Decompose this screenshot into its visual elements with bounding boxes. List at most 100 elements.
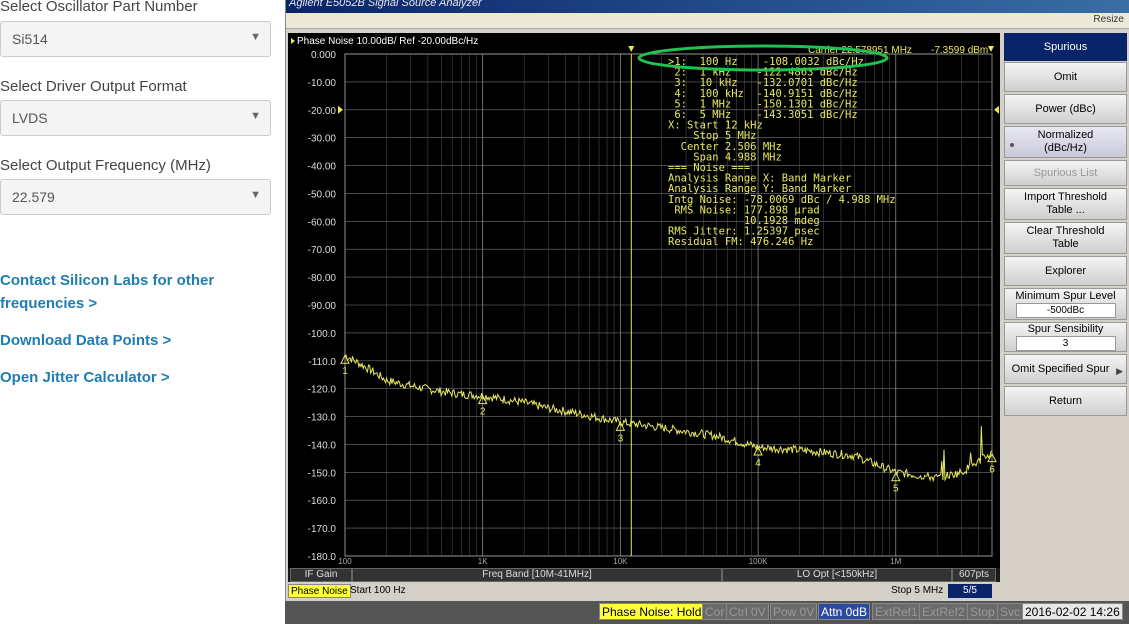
clear-threshold-softkey[interactable]: Clear Threshold Table: [1004, 222, 1127, 254]
y-tick-label: -20.00: [308, 106, 337, 117]
softkey-label: Import Threshold Table ...: [1024, 191, 1107, 216]
selected-dot-icon: [1010, 143, 1014, 147]
y-tick-label: -60.00: [308, 217, 337, 228]
output-frequency-select[interactable]: 22.579 ▼: [0, 179, 271, 215]
softkey-label: Spurious List: [1033, 166, 1098, 179]
band-marker-icon: [988, 46, 994, 52]
phase-noise-trace: [345, 354, 993, 483]
y-tick-label: -170.0: [308, 524, 337, 535]
y-tick-label: -120.0: [308, 385, 337, 396]
x-tick-label: 10K: [613, 557, 628, 566]
output-frequency-label: Select Output Frequency (MHz): [0, 157, 211, 174]
marker-label: 4: [755, 458, 761, 469]
y-tick-label: -70.00: [308, 245, 337, 256]
y-tick-label: -30.00: [308, 134, 337, 145]
y-tick-label: -110.0: [308, 357, 336, 368]
y-tick-label: -150.0: [308, 468, 337, 479]
chevron-down-icon: ▼: [250, 31, 261, 43]
marker-label: 2: [480, 407, 486, 418]
stop-indicator: Stop: [967, 603, 998, 620]
resize-button[interactable]: Resize: [1093, 14, 1124, 25]
marker-table-line: Residual FM: 476.246 Hz: [668, 236, 813, 248]
spurious-list-softkey[interactable]: Spurious List: [1004, 160, 1127, 186]
phase-noise-chart: 0.000 -10.00 -20.00 -30.00 -40.00 -50.00 -60.0…: [291, 36, 999, 566]
stop-frequency: Stop 5 MHz: [891, 585, 944, 596]
softkey-label: Omit Specified Spur: [1011, 362, 1110, 375]
ctrl-indicator: Ctrl 0V: [726, 603, 769, 620]
power-dbc-softkey[interactable]: Power (dBc): [1004, 94, 1127, 124]
page-indicator: 5/5: [948, 584, 992, 598]
measurement-mode: Phase Noise: [288, 584, 351, 598]
y-tick-label: -140.0: [308, 440, 337, 451]
contact-link[interactable]: Contact Silicon Labs for other frequenci…: [0, 269, 260, 315]
marker-label: 3: [618, 433, 624, 444]
attn-indicator: Attn 0dB: [818, 603, 871, 620]
window-titlebar: Agilent E5052B Signal Source Analyzer: [286, 0, 1129, 13]
status-row-2: Phase Noise Start 100 Hz Stop 5 MHz 5/5: [288, 584, 1000, 598]
minimum-spur-level-softkey[interactable]: Minimum Spur Level -500dBc: [1004, 288, 1127, 320]
softkey-label: Return: [1048, 394, 1083, 407]
carrier-level: -7.3599 dBm: [931, 45, 988, 56]
y-tick-label: -100.0: [308, 329, 337, 340]
y-tick-label: -160.0: [308, 496, 337, 507]
band-marker-icon: [628, 46, 635, 52]
x-tick-label: 100K: [749, 557, 768, 566]
omit-specified-spur-softkey[interactable]: Omit Specified Spur ▶: [1004, 354, 1127, 384]
svc-indicator: Svc: [997, 603, 1024, 620]
status-row-1: IF Gain 50dB Freq Band [10M-41MHz] LO Op…: [288, 568, 1000, 592]
points-status: 607pts: [952, 568, 996, 582]
instrument-status-bar: Phase Noise: Hold Cor Ctrl 0V Pow 0V Att…: [285, 601, 1129, 624]
jitter-calculator-link[interactable]: Open Jitter Calculator >: [0, 366, 260, 389]
phase-noise-hold: Phase Noise: Hold: [599, 603, 705, 620]
plot-header: Phase Noise 10.00dB/ Ref -20.00dBc/Hz: [297, 36, 478, 47]
phase-noise-plot: 0.000 -10.00 -20.00 -30.00 -40.00 -50.00 -60.0…: [288, 33, 1000, 568]
y-tick-label: -10.00: [308, 78, 337, 89]
y-tick-label: -180.0: [308, 552, 337, 563]
y-tick-label: -40.00: [308, 162, 337, 173]
spur-sensibility-softkey[interactable]: Spur Sensibility 3: [1004, 322, 1127, 352]
import-threshold-softkey[interactable]: Import Threshold Table ...: [1004, 188, 1127, 220]
chevron-down-icon: ▼: [250, 189, 261, 201]
softkey-label: Normalized (dBc/Hz): [1037, 129, 1094, 154]
part-number-select[interactable]: Si514 ▼: [0, 21, 271, 57]
ref-level-arrow-icon: [994, 105, 999, 114]
download-data-link[interactable]: Download Data Points >: [0, 329, 260, 352]
lo-opt-status: LO Opt [<150kHz]: [722, 568, 952, 582]
trace-active-icon: [291, 38, 295, 44]
omit-softkey[interactable]: Omit: [1004, 62, 1127, 92]
marker-label: 1: [342, 366, 348, 377]
output-frequency-value: 22.579: [12, 189, 55, 205]
configurator-panel: Select Oscillator Part Number Si514 ▼ Se…: [0, 0, 280, 624]
extref2-indicator: ExtRef2: [919, 603, 968, 620]
softkey-label: Clear Threshold Table: [1026, 225, 1105, 250]
chevron-down-icon: ▼: [250, 110, 261, 122]
marker-label: 5: [893, 484, 899, 495]
softkey-value: 3: [1015, 336, 1116, 351]
softkey-label: Spur Sensibility: [1027, 323, 1104, 335]
timestamp: 2016-02-02 14:26: [1022, 603, 1123, 620]
softkey-label: Omit: [1053, 70, 1078, 83]
return-softkey[interactable]: Return: [1004, 386, 1127, 416]
x-tick-label: 1K: [478, 557, 488, 566]
chevron-right-icon: ▶: [1116, 366, 1123, 376]
marker-label: 6: [989, 465, 995, 476]
softkey-value: -500dBc: [1015, 303, 1116, 318]
if-gain-status: IF Gain 50dB: [290, 568, 352, 592]
normalized-softkey[interactable]: Normalized (dBc/Hz): [1004, 126, 1127, 158]
y-tick-label: -80.00: [308, 273, 337, 284]
output-format-select[interactable]: LVDS ▼: [0, 100, 271, 136]
output-format-value: LVDS: [12, 110, 48, 126]
start-frequency: Start 100 Hz: [350, 585, 406, 596]
pow-indicator: Pow 0V: [770, 603, 818, 620]
ref-level-arrow-icon: [338, 105, 343, 114]
part-number-value: Si514: [12, 31, 48, 47]
menubar: Resize: [286, 13, 1129, 29]
cor-indicator: Cor: [702, 603, 728, 620]
window-title: Agilent E5052B Signal Source Analyzer: [289, 0, 482, 9]
y-tick-label: 0.000: [311, 50, 336, 61]
softkey-label: Power (dBc): [1035, 102, 1096, 115]
explorer-softkey[interactable]: Explorer: [1004, 256, 1127, 286]
y-tick-label: -130.0: [308, 413, 337, 424]
x-tick-label: 1M: [890, 557, 901, 566]
extref1-indicator: ExtRef1: [872, 603, 921, 620]
